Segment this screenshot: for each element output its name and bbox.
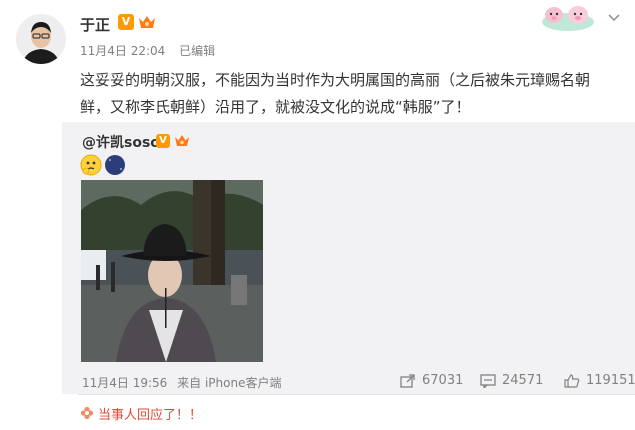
repost-photo[interactable]: [81, 180, 263, 362]
repost-source[interactable]: 来自 iPhone客户端: [177, 376, 281, 390]
edited-label[interactable]: 已编辑: [179, 44, 215, 58]
repost-count: 67031: [422, 373, 464, 388]
verified-badge-icon: V: [118, 14, 134, 30]
like-count-button[interactable]: 119151: [564, 373, 635, 388]
moon-emoji-icon: [104, 154, 126, 176]
like-count: 119151: [586, 373, 635, 388]
pig-sticker: [540, 2, 596, 32]
thumbs-up-icon: [564, 373, 580, 388]
flower-icon: [80, 405, 94, 420]
repost-footer: 11月4日 19:56 来自 iPhone客户端 67031 24571 119…: [82, 373, 635, 391]
chevron-down-icon[interactable]: [607, 10, 621, 24]
thinking-emoji-icon: [80, 154, 102, 176]
caption-note: 当事人回应了！！: [98, 408, 203, 423]
repost-card: @许凯soso V 11月4日 19:56 来自 iPhone客户端 67031…: [62, 122, 635, 394]
divider: [78, 394, 635, 395]
crown-icon: [174, 133, 190, 148]
repost-meta: 11月4日 19:56 来自 iPhone客户端: [82, 374, 281, 391]
weibo-post: 于正 V 11月4日 22:04 已编辑 这妥妥的明朝汉服，不能因为当时作为大明…: [0, 0, 635, 430]
post-username[interactable]: 于正: [80, 14, 110, 35]
crown-icon: [138, 14, 156, 30]
verified-badge-icon: V: [156, 134, 170, 148]
repost-date[interactable]: 11月4日 19:56: [82, 376, 167, 390]
repost-count-button[interactable]: 67031: [400, 373, 463, 388]
comment-count-button[interactable]: 24571: [480, 373, 543, 388]
post-text: 这妥妥的明朝汉服，不能因为当时作为大明属国的高丽（之后被朱元璋赐名朝鲜，又称李氏…: [80, 71, 591, 116]
comment-icon: [480, 373, 496, 388]
avatar[interactable]: [16, 14, 66, 64]
post-meta: 11月4日 22:04 已编辑: [80, 42, 225, 59]
repost-username[interactable]: @许凯soso: [82, 132, 160, 152]
comment-count: 24571: [502, 373, 544, 388]
share-icon: [400, 373, 415, 388]
post-date[interactable]: 11月4日 22:04: [80, 44, 165, 58]
